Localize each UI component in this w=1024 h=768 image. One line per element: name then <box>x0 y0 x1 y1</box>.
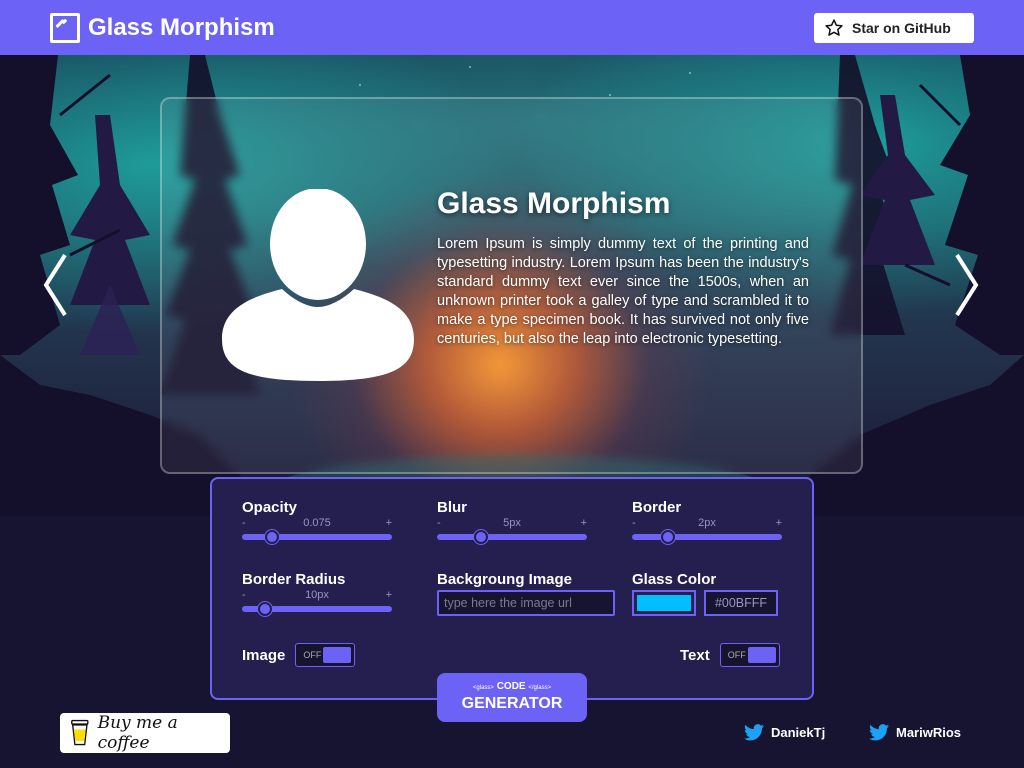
opacity-control: Opacity - 0.075 + <box>242 499 392 544</box>
twitter-icon <box>744 724 764 741</box>
text-toggle-state: OFF <box>727 650 746 660</box>
twitter-handle-2: MariwRios <box>896 725 962 740</box>
buy-me-a-coffee-button[interactable]: Buy me a coffee <box>60 713 230 753</box>
glass-color-label: Glass Color <box>632 571 717 588</box>
glass-color-picker[interactable] <box>632 590 696 616</box>
border-slider-meta: - 2px + <box>632 517 782 529</box>
text-toggle-label: Text <box>680 646 710 664</box>
previous-arrow-icon[interactable] <box>40 250 70 320</box>
background-image-control: Backgroung Image <box>437 571 615 616</box>
opacity-plus: + <box>385 517 392 529</box>
text-toggle[interactable]: OFF <box>719 643 780 667</box>
brand[interactable]: Glass Morphism <box>50 12 275 43</box>
blur-control: Blur - 5px + <box>437 499 587 544</box>
blur-slider-track <box>437 534 587 540</box>
blur-plus: + <box>580 517 587 529</box>
border-radius-slider-meta: - 10px + <box>242 589 392 601</box>
github-button-label: Star on GitHub <box>852 19 951 36</box>
blur-slider-meta: - 5px + <box>437 517 587 529</box>
twitter-link-daniektj[interactable]: DaniekTj <box>744 724 825 741</box>
glass-logo-icon <box>50 12 80 43</box>
border-control: Border - 2px + <box>632 499 782 544</box>
opacity-value: 0.075 <box>303 517 331 529</box>
border-slider-thumb[interactable] <box>661 530 675 544</box>
generator-label: GENERATOR <box>461 695 563 712</box>
blur-label: Blur <box>437 499 467 516</box>
border-plus: + <box>775 517 782 529</box>
border-radius-slider-thumb[interactable] <box>257 602 272 616</box>
border-slider[interactable] <box>632 530 782 544</box>
settings-panel: Opacity - 0.075 + Blur - 5px + Border - … <box>210 477 814 700</box>
glass-color-hex-input[interactable]: #00BFFF <box>704 590 778 616</box>
generator-code-line: <glass> CODE </glass> <box>473 681 551 694</box>
card-title: Glass Morphism <box>437 187 671 220</box>
next-arrow-icon[interactable] <box>952 250 982 320</box>
border-value: 2px <box>698 517 716 529</box>
brand-title: Glass Morphism <box>88 13 275 41</box>
image-toggle[interactable]: OFF <box>295 643 356 667</box>
opacity-slider-meta: - 0.075 + <box>242 517 392 529</box>
coffee-label: Buy me a coffee <box>97 713 178 753</box>
top-navbar: Glass Morphism Star on GitHub <box>0 0 1024 55</box>
text-toggle-control: Text OFF <box>680 643 780 667</box>
twitter-link-mariwrios[interactable]: MariwRios <box>869 724 961 741</box>
card-body-text: Lorem Ipsum is simply dummy text of the … <box>437 236 809 347</box>
twitter-handle-1: DaniekTj <box>771 725 826 740</box>
star-on-github-button[interactable]: Star on GitHub <box>814 12 974 43</box>
star-icon <box>825 18 843 36</box>
border-radius-label: Border Radius <box>242 571 346 588</box>
blur-value: 5px <box>503 517 521 529</box>
border-radius-control: Border Radius - 10px + <box>242 571 392 616</box>
image-toggle-control: Image OFF <box>242 643 356 667</box>
background-image-url-input[interactable] <box>437 590 615 616</box>
blur-slider[interactable] <box>437 530 587 544</box>
border-radius-plus: + <box>385 589 392 601</box>
background-image-label: Backgroung Image <box>437 571 573 588</box>
border-label: Border <box>632 499 682 516</box>
image-toggle-state: OFF <box>303 650 322 660</box>
coffee-cup-icon <box>71 719 89 746</box>
glass-color-swatch <box>637 595 691 611</box>
glass-close-tag: </glass> <box>528 685 552 691</box>
code-generator-button[interactable]: <glass> CODE </glass> GENERATOR <box>437 673 587 722</box>
text-toggle-knob <box>747 647 776 663</box>
blur-slider-thumb[interactable] <box>473 530 488 544</box>
border-radius-value: 10px <box>305 589 329 601</box>
user-avatar-icon <box>222 189 414 381</box>
code-label: CODE <box>496 681 526 692</box>
border-radius-slider[interactable] <box>242 602 392 616</box>
opacity-slider-thumb[interactable] <box>265 530 279 544</box>
border-slider-track <box>632 534 782 540</box>
image-toggle-label: Image <box>242 646 286 664</box>
glass-color-control: Glass Color #00BFFF <box>632 571 778 616</box>
twitter-icon <box>869 724 889 741</box>
opacity-slider[interactable] <box>242 530 392 544</box>
glass-open-tag: <glass> <box>472 685 494 691</box>
image-toggle-knob <box>323 647 352 663</box>
glass-preview-card: Glass Morphism Lorem Ipsum is simply dum… <box>160 97 863 474</box>
opacity-label: Opacity <box>242 499 298 516</box>
